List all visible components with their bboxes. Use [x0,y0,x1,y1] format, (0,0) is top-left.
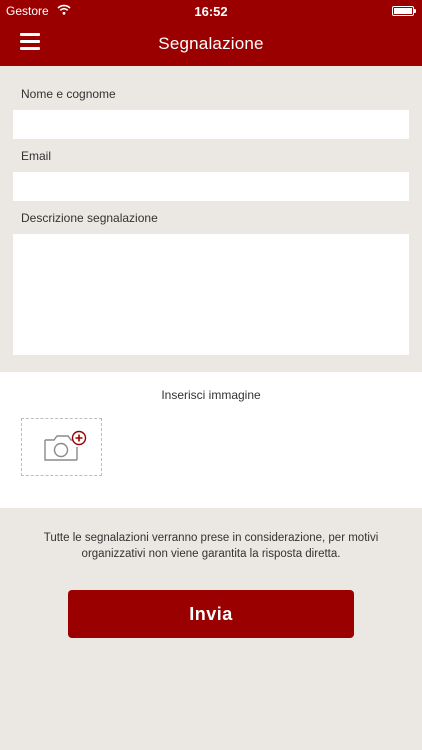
name-input[interactable] [13,110,409,139]
image-section-label: Inserisci immagine [161,388,261,402]
send-button[interactable]: Invia [68,590,354,638]
add-photo-camera-icon [44,430,87,461]
image-section: Inserisci immagine [0,372,422,508]
status-time: 16:52 [194,4,228,19]
status-bar: Gestore 16:52 [0,0,422,22]
description-textarea[interactable] [13,234,409,355]
email-input[interactable] [13,172,409,201]
add-photo-button[interactable] [21,418,102,476]
battery-icon [392,6,416,16]
page-title: Segnalazione [158,34,264,53]
name-label: Nome e cognome [21,87,116,101]
disclaimer-text: Tutte le segnalazioni verranno prese in … [43,532,379,560]
nav-bar: Segnalazione [0,22,422,66]
description-label: Descrizione segnalazione [21,211,158,225]
email-label: Email [21,149,52,163]
app-header: Gestore 16:52 Segnalazione [0,0,422,66]
